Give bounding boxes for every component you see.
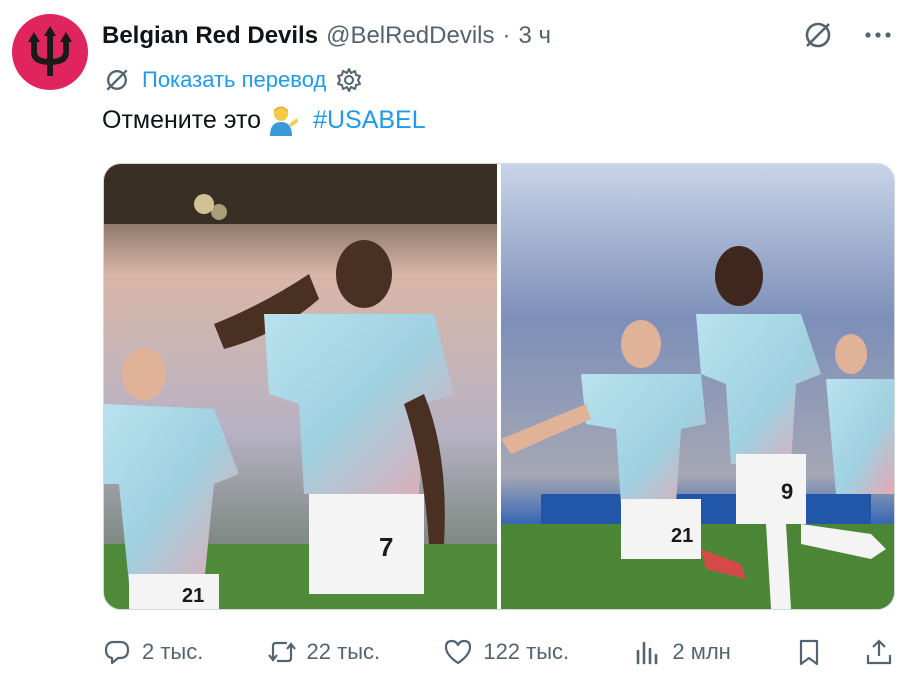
separator-dot: ·	[502, 22, 511, 49]
share-button[interactable]	[864, 637, 894, 667]
reply-button[interactable]: 2 тыс.	[102, 637, 203, 667]
jersey-number-side-right: 21	[671, 525, 693, 547]
players-running-photo: 9 21	[501, 164, 894, 609]
photo-right[interactable]: 9 21	[501, 164, 894, 609]
jersey-number-side-left: 21	[182, 585, 204, 607]
retweet-icon	[267, 641, 296, 663]
share-icon	[866, 639, 892, 665]
avatar[interactable]	[12, 14, 88, 90]
hashtag-link[interactable]: #USABEL	[313, 106, 426, 135]
tweet-action-bar: 2 тыс. 22 тыс. 122 тыс. 2 млн	[102, 630, 894, 674]
tweet-text: Отмените это #USABEL	[102, 104, 426, 136]
reply-icon	[104, 640, 130, 665]
tweet-top-actions	[801, 18, 895, 52]
grok-icon[interactable]	[801, 18, 835, 52]
author-name[interactable]: Belgian Red Devils	[102, 22, 318, 50]
show-translation-link[interactable]: Показать перевод	[142, 67, 326, 93]
translate-row: Показать перевод	[102, 64, 362, 96]
like-button[interactable]: 122 тыс.	[443, 637, 569, 667]
tweet-time[interactable]: 3 ч	[519, 22, 552, 50]
heart-icon	[445, 639, 472, 665]
settings-gear-icon[interactable]	[336, 67, 362, 93]
bookmark-icon	[799, 639, 819, 666]
trident-logo-icon	[28, 26, 72, 76]
reply-count: 2 тыс.	[142, 639, 204, 664]
retweet-count: 22 тыс.	[306, 639, 381, 664]
views-count: 2 млн	[672, 639, 731, 664]
photo-left[interactable]: 7 21	[104, 164, 497, 609]
views-chart-icon	[637, 641, 658, 665]
jersey-number-main-right: 9	[781, 479, 793, 504]
more-options-icon[interactable]	[861, 18, 895, 52]
media-grid: 7 21 9 21	[103, 163, 895, 610]
celebrating-player-photo: 7 21	[104, 164, 497, 609]
man-tipping-hand-emoji-icon	[270, 106, 299, 136]
author-handle[interactable]: @BelRedDevils	[326, 22, 494, 50]
retweet-button[interactable]: 22 тыс.	[267, 637, 381, 667]
translate-icon	[106, 69, 128, 91]
right-actions	[794, 637, 894, 667]
like-count: 122 тыс.	[483, 639, 570, 664]
views-button[interactable]: 2 млн	[632, 637, 731, 667]
tweet-header: Belgian Red Devils @BelRedDevils · 3 ч	[102, 18, 551, 54]
bookmark-button[interactable]	[794, 637, 824, 667]
tweet-body: Отмените это	[102, 105, 262, 134]
jersey-number-main-left: 7	[379, 532, 393, 562]
